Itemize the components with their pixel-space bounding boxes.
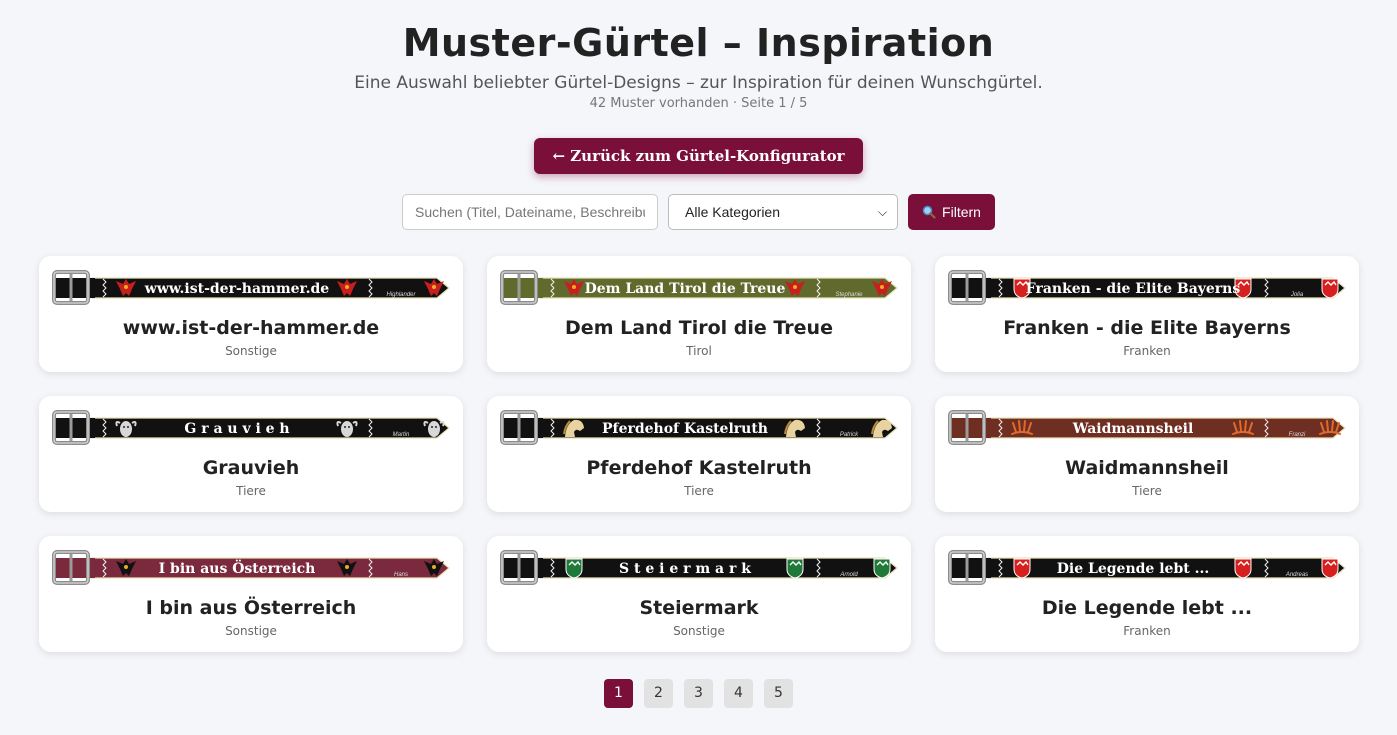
page-button-1[interactable]: 1 xyxy=(604,679,633,708)
belt-preview: G r a u v i e h Martin xyxy=(52,410,450,445)
card-category: Franken xyxy=(1123,624,1171,638)
shield-emblem-icon xyxy=(873,558,891,579)
card-title: Die Legende lebt ... xyxy=(1041,597,1253,619)
belt-text: Pferdehof Kastelruth xyxy=(602,421,768,437)
card-category: Tiere xyxy=(684,484,714,498)
card-category: Tirol xyxy=(686,344,712,358)
belt-text: S t e i e r m a r k xyxy=(619,561,751,577)
card-title: Waidmannsheil xyxy=(1065,457,1229,479)
pattern-card[interactable]: Franken - die Elite Bayerns Jolia Franken … xyxy=(935,256,1359,372)
belt-preview: www.ist-der-hammer.de Highlander xyxy=(52,270,450,305)
belt-name: Arnold xyxy=(839,572,858,578)
page-meta: 42 Muster vorhanden · Seite 1 / 5 xyxy=(589,96,808,111)
shield-emblem-icon xyxy=(1234,558,1252,579)
belt-preview: Pferdehof Kastelruth Patrick xyxy=(500,410,898,445)
chevron-down-icon: ⌵ xyxy=(877,204,888,219)
pattern-card[interactable]: www.ist-der-hammer.de Highlander www.ist-d… xyxy=(39,256,463,372)
shield-emblem-icon xyxy=(786,558,804,579)
belt-image: www.ist-der-hammer.de Highlander xyxy=(39,268,463,306)
belt-preview: I bin aus Österreich Hans xyxy=(52,550,450,585)
pattern-card[interactable]: G r a u v i e h Martin Grauvieh Tiere xyxy=(39,396,463,512)
belt-text: Dem Land Tirol die Treue xyxy=(585,281,786,297)
filter-button[interactable]: Filtern xyxy=(908,194,995,230)
card-title: I bin aus Österreich xyxy=(145,597,357,619)
belt-text: Franken - die Elite Bayerns xyxy=(1026,281,1241,297)
shield-emblem-icon xyxy=(1013,558,1031,579)
belt-text: www.ist-der-hammer.de xyxy=(144,281,330,297)
belt-preview: Waidmannsheil Franzi xyxy=(948,410,1346,445)
belt-text: Die Legende lebt ... xyxy=(1057,561,1209,577)
belt-text: I bin aus Österreich xyxy=(159,558,316,577)
card-category: Tiere xyxy=(236,484,266,498)
card-title: Grauvieh xyxy=(202,457,300,479)
shield-emblem-icon xyxy=(565,558,583,579)
belt-image: G r a u v i e h Martin xyxy=(39,408,463,446)
pattern-grid: www.ist-der-hammer.de Highlander www.ist-d… xyxy=(39,256,1359,652)
page-subtitle: Eine Auswahl beliebter Gürtel-Designs – … xyxy=(354,73,1043,93)
belt-preview: S t e i e r m a r k Arnold xyxy=(500,550,898,585)
filter-button-label: Filtern xyxy=(942,204,981,220)
card-title: Franken - die Elite Bayerns xyxy=(1003,317,1291,339)
belt-image: Franken - die Elite Bayerns Jolia xyxy=(935,268,1359,306)
pattern-card[interactable]: Die Legende lebt ... Andreas Die Legende l… xyxy=(935,536,1359,652)
filter-bar: Alle Kategorien ⌵ Filtern xyxy=(0,194,1397,230)
belt-image: S t e i e r m a r k Arnold xyxy=(487,548,911,586)
belt-preview: Franken - die Elite Bayerns Jolia xyxy=(948,270,1346,305)
belt-name: Andreas xyxy=(1285,572,1308,578)
page-button-2[interactable]: 2 xyxy=(644,679,673,708)
belt-name: Stephanie xyxy=(835,292,863,298)
belt-text: G r a u v i e h xyxy=(184,421,289,437)
belt-image: I bin aus Österreich Hans xyxy=(39,548,463,586)
page-button-4[interactable]: 4 xyxy=(724,679,753,708)
belt-name: Highlander xyxy=(386,292,416,298)
belt-image: Die Legende lebt ... Andreas xyxy=(935,548,1359,586)
pattern-card[interactable]: Waidmannsheil Franzi Waidmannsheil Tiere xyxy=(935,396,1359,512)
belt-name: Jolia xyxy=(1290,292,1304,298)
belt-name: Hans xyxy=(394,572,408,578)
category-select-value: Alle Kategorien xyxy=(685,204,780,220)
card-category: Tiere xyxy=(1132,484,1162,498)
card-title: Dem Land Tirol die Treue xyxy=(565,317,833,339)
shield-emblem-icon xyxy=(1321,278,1339,299)
pattern-card[interactable]: Pferdehof Kastelruth Patrick Pferdehof Kas… xyxy=(487,396,911,512)
belt-image: Pferdehof Kastelruth Patrick xyxy=(487,408,911,446)
card-title: Pferdehof Kastelruth xyxy=(586,457,812,479)
pagination: 12345 xyxy=(0,679,1397,708)
belt-preview: Dem Land Tirol die Treue Stephanie xyxy=(500,270,898,305)
card-category: Sonstige xyxy=(225,344,277,358)
belt-name: Martin xyxy=(393,432,410,438)
page-button-5[interactable]: 5 xyxy=(764,679,793,708)
card-category: Franken xyxy=(1123,344,1171,358)
card-category: Sonstige xyxy=(673,624,725,638)
belt-name: Patrick xyxy=(840,432,859,438)
shield-emblem-icon xyxy=(1321,558,1339,579)
card-title: Steiermark xyxy=(639,597,759,619)
page-button-3[interactable]: 3 xyxy=(684,679,713,708)
belt-image: Waidmannsheil Franzi xyxy=(935,408,1359,446)
card-title: www.ist-der-hammer.de xyxy=(122,317,380,339)
belt-name: Franzi xyxy=(1289,432,1306,438)
card-category: Sonstige xyxy=(225,624,277,638)
magnifier-icon xyxy=(922,205,936,219)
belt-image: Dem Land Tirol die Treue Stephanie xyxy=(487,268,911,306)
belt-preview: Die Legende lebt ... Andreas xyxy=(948,550,1346,585)
pattern-card[interactable]: S t e i e r m a r k Arnold Steiermark Sonst… xyxy=(487,536,911,652)
back-to-configurator-button[interactable]: ← Zurück zum Gürtel-Konfigurator xyxy=(534,138,863,174)
category-select[interactable]: Alle Kategorien ⌵ xyxy=(668,194,899,230)
page-title: Muster-Gürtel – Inspiration xyxy=(402,21,995,65)
pattern-card[interactable]: I bin aus Österreich Hans I bin aus Österr… xyxy=(39,536,463,652)
pattern-card[interactable]: Dem Land Tirol die Treue Stephanie Dem Lan… xyxy=(487,256,911,372)
belt-text: Waidmannsheil xyxy=(1072,421,1194,437)
search-input[interactable] xyxy=(402,194,659,230)
